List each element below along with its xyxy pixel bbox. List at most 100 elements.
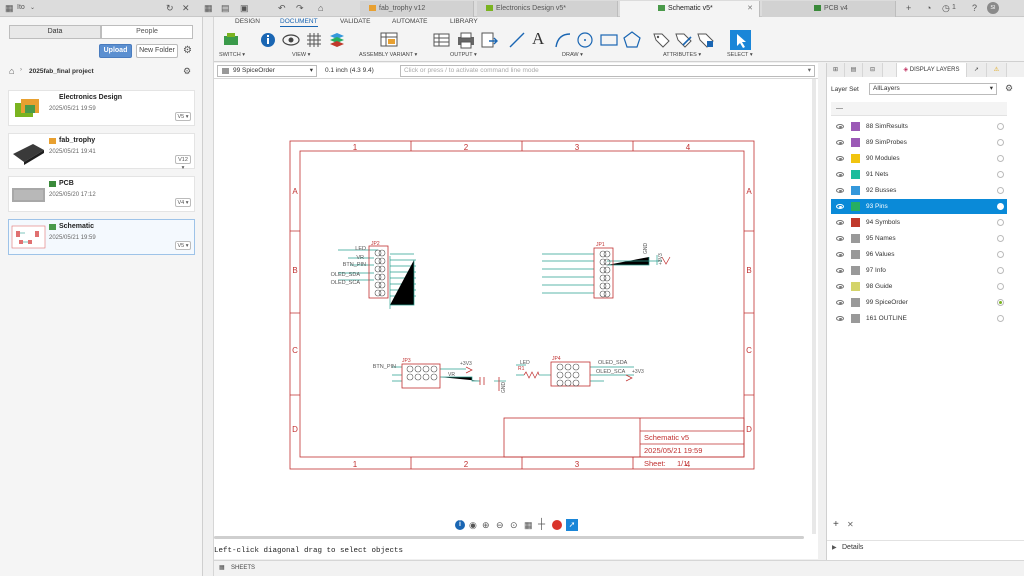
grid-icon[interactable]: ▦ <box>524 520 533 531</box>
polygon-tool-icon[interactable] <box>623 31 641 49</box>
version-dropdown[interactable]: V5 ▾ <box>175 241 191 250</box>
tab-validate[interactable]: VALIDATE <box>340 18 370 25</box>
switch-icon[interactable] <box>222 31 242 49</box>
part-jp3[interactable]: JP3 BTN_PIN +3V3 VR GND <box>373 358 507 393</box>
list-item-schematic[interactable]: Schematic 2025/05/21 19:59 V5 ▾ <box>8 219 195 255</box>
grid-icon[interactable] <box>306 31 322 49</box>
tab-people[interactable]: People <box>101 25 193 39</box>
grid-readout[interactable]: 0.1 inch (4.3 9.4) <box>325 67 374 74</box>
tab-data[interactable]: Data <box>9 25 101 39</box>
tab-design[interactable]: DESIGN <box>235 18 260 25</box>
layer-color-swatch[interactable] <box>851 282 860 291</box>
grid-menu-icon[interactable]: ▦ <box>204 3 213 13</box>
active-layer-radio[interactable] <box>997 139 1004 146</box>
visibility-eye-icon[interactable] <box>836 124 844 129</box>
part-jp2[interactable]: JP2 LED VR BTN_PIN OLED_SDA OLED_SCA <box>331 241 416 309</box>
file-menu-icon[interactable]: ▤ <box>221 3 230 13</box>
tab-document[interactable]: DOCUMENT <box>280 18 318 27</box>
active-layer-radio[interactable] <box>997 235 1004 242</box>
gear-icon[interactable]: ⚙ <box>183 45 192 56</box>
job-status-icon[interactable]: ◔ <box>926 3 931 13</box>
refresh-icon[interactable]: ↻ <box>166 3 174 13</box>
tab-automate[interactable]: AUTOMATE <box>392 18 428 25</box>
switch-group-label[interactable]: SWITCH ▾ <box>219 52 245 58</box>
layer-color-swatch[interactable] <box>851 314 860 323</box>
layer-row-names[interactable]: 95 Names <box>831 231 1007 246</box>
zoom-in-icon[interactable]: ⊕ <box>482 520 490 531</box>
visibility-eye-icon[interactable] <box>836 316 844 321</box>
attribute-edit-icon[interactable] <box>675 31 693 49</box>
tab-warnings[interactable]: ⚠ <box>987 63 1007 77</box>
folder-settings-icon[interactable]: ⚙ <box>183 66 191 77</box>
layer-color-swatch[interactable] <box>851 138 860 147</box>
panel-divider[interactable] <box>203 17 214 576</box>
details-section[interactable]: ▶ Details <box>827 540 1024 556</box>
home-icon[interactable]: ⌂ <box>318 3 323 13</box>
active-layer-radio[interactable] <box>997 171 1004 178</box>
active-layer-radio[interactable] <box>997 299 1004 306</box>
layer-color-swatch[interactable] <box>851 250 860 259</box>
list-item-fab-trophy[interactable]: fab_trophy 2025/05/21 19:41 V12 ▾ <box>8 133 195 171</box>
print-icon[interactable] <box>456 31 476 49</box>
layer-row-busses[interactable]: 92 Busses <box>831 183 1007 198</box>
draw-group-label[interactable]: DRAW ▾ <box>562 52 583 58</box>
home-icon[interactable]: ⌂ <box>9 66 14 76</box>
tab-library-panel[interactable]: ▤ <box>845 63 863 77</box>
layer-set-select[interactable]: AllLayers ▾ <box>869 83 997 95</box>
layer-row-simprobes[interactable]: 89 SimProbes <box>831 135 1007 150</box>
undo-icon[interactable]: ↶ <box>278 3 286 13</box>
tab-components[interactable]: ⊞ <box>827 63 845 77</box>
export-icon[interactable] <box>480 31 498 49</box>
user-chevron-down-icon[interactable]: ⌄ <box>30 3 35 13</box>
visibility-eye-icon[interactable] <box>836 252 844 257</box>
schematic-sheet[interactable]: 1 2 3 4 1 2 3 4 A B C D A B C D Schemati… <box>214 79 818 539</box>
sheets-bar[interactable]: ▦ SHEETS <box>214 560 1024 576</box>
schematic-canvas[interactable]: 1 2 3 4 1 2 3 4 A B C D A B C D Schemati… <box>214 79 818 539</box>
visibility-eye-icon[interactable] <box>836 188 844 193</box>
breadcrumb[interactable]: 2025fab_final project <box>29 68 94 75</box>
list-item-pcb[interactable]: PCB 2025/05/20 17:12 V4 ▾ <box>8 176 195 212</box>
notifications-icon[interactable]: ◷ <box>942 3 950 13</box>
attribute-tag-icon[interactable] <box>653 31 671 49</box>
output-group-label[interactable]: OUTPUT ▾ <box>450 52 477 58</box>
upload-button[interactable]: Upload <box>99 44 132 58</box>
resistor-r1[interactable] <box>523 371 540 379</box>
layer-select[interactable]: 99 SpiceOrder ▾ <box>217 65 317 77</box>
tab-library[interactable]: LIBRARY <box>450 18 478 25</box>
layer-color-swatch[interactable] <box>851 122 860 131</box>
arc-tool-icon[interactable] <box>554 31 572 49</box>
select-group-label[interactable]: SELECT ▾ <box>727 52 753 58</box>
view-group-label[interactable]: VIEW ▾ <box>292 52 310 58</box>
visibility-eye-icon[interactable] <box>836 156 844 161</box>
tab-schematic[interactable]: Schematic v5* ✕ <box>620 1 760 17</box>
layer-color-swatch[interactable] <box>851 234 860 243</box>
rectangle-tool-icon[interactable] <box>600 31 618 49</box>
visibility-eye-icon[interactable] <box>836 236 844 241</box>
eye-icon[interactable]: ◉ <box>469 520 477 531</box>
part-jp4[interactable]: JP4 R1 LED OLED_SDA OLED_SCA +3V3 <box>516 356 644 387</box>
stop-icon[interactable] <box>552 520 562 530</box>
tab-display-layers[interactable]: ◈ DISPLAY LAYERS <box>897 63 967 77</box>
eye-icon[interactable] <box>282 31 300 49</box>
select-cursor-icon[interactable]: ➚ <box>566 519 578 531</box>
layer-row-modules[interactable]: 90 Modules <box>831 151 1007 166</box>
user-name[interactable]: Ito <box>17 3 25 13</box>
tab-electronics-design[interactable]: Electronics Design v5* <box>477 1 618 17</box>
line-tool-icon[interactable] <box>508 31 526 49</box>
layer-color-swatch[interactable] <box>851 298 860 307</box>
redo-icon[interactable]: ↷ <box>296 3 304 13</box>
tab-selection-filter[interactable]: ➚ <box>967 63 987 77</box>
assembly-variant-group-label[interactable]: ASSEMBLY VARIANT ▾ <box>359 52 417 58</box>
tab-pcb[interactable]: PCB v4 <box>762 1 896 17</box>
layer-color-swatch[interactable] <box>851 218 860 227</box>
layer-list-header[interactable]: — <box>831 102 1007 116</box>
visibility-eye-icon[interactable] <box>836 300 844 305</box>
active-layer-radio[interactable] <box>997 267 1004 274</box>
part-jp1[interactable]: JP1 GND +3V3 <box>542 242 671 299</box>
vertical-scrollbar[interactable] <box>812 79 816 534</box>
crosshair-icon[interactable]: ┼ <box>538 519 545 530</box>
active-layer-radio[interactable] <box>997 123 1004 130</box>
list-item-electronics-design[interactable]: Electronics Design 2025/05/21 19:59 V5 ▾ <box>8 90 195 126</box>
attribute-display-icon[interactable] <box>697 31 715 49</box>
visibility-eye-icon[interactable] <box>836 284 844 289</box>
